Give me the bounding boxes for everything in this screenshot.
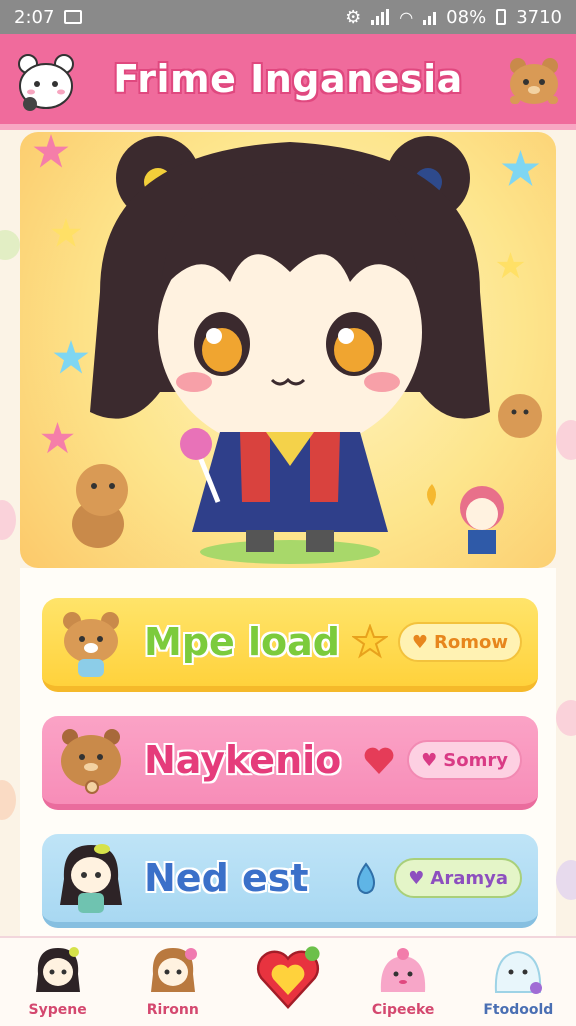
menu-card-1[interactable]: Mpe load ♥ Romow — [42, 598, 538, 692]
nav-item-2[interactable]: Rironn — [118, 938, 228, 1026]
card-3-button[interactable]: ♥ Aramya — [394, 858, 522, 898]
card-1-button[interactable]: ♥ Romow — [397, 622, 522, 662]
card-2-button-label: Somry — [443, 749, 508, 771]
nav-label-1: Sypene — [28, 1002, 87, 1018]
girl-mascot-icon — [60, 844, 122, 913]
heart-icon: ♥ — [421, 749, 438, 771]
water-drop-icon — [357, 862, 376, 894]
signal-icon-2 — [423, 9, 437, 25]
bg-decoration — [0, 780, 16, 820]
battery-percent: 08% — [446, 6, 487, 28]
signal-icon — [371, 9, 390, 25]
card-1-button-label: Romow — [434, 631, 508, 653]
heart-icon — [364, 747, 394, 774]
card-2-label: Naykenio — [144, 738, 342, 782]
nav-label-4: Cipeeke — [371, 1002, 435, 1018]
heart-icon: ♥ — [411, 631, 429, 653]
raccoon-mascot-icon — [61, 729, 121, 794]
bg-decoration — [0, 230, 20, 260]
nav-item-heart[interactable] — [233, 938, 343, 1026]
status-time: 2:07 — [14, 6, 55, 28]
bg-decoration — [556, 420, 576, 460]
app-header: Frime Inganesia — [0, 34, 576, 130]
bear-mascot-icon — [63, 612, 119, 677]
slime-mascot-icon — [381, 948, 426, 992]
nav-label-5: Ftodoold — [483, 1002, 554, 1018]
girl-avatar-icon — [35, 947, 80, 992]
nav-item-1[interactable]: Sypene — [3, 938, 113, 1026]
hero-illustration — [20, 132, 556, 568]
bg-decoration — [0, 500, 16, 540]
card-1-label: Mpe load — [144, 620, 340, 664]
menu-card-3[interactable]: Ned est ♥ Aramya — [42, 834, 538, 928]
bottom-nav: Sypene Rironn Cipeeke Ftodoold — [0, 936, 576, 1026]
heart-icon: ♥ — [408, 867, 425, 889]
heart-icon — [256, 946, 320, 1009]
panda-mascot-icon[interactable] — [14, 50, 78, 114]
nav-item-4[interactable]: Cipeeke — [348, 938, 458, 1026]
girl-avatar-icon — [150, 948, 197, 992]
notification-icon — [64, 10, 83, 24]
nav-label-2: Rironn — [146, 1002, 199, 1018]
battery-icon — [496, 9, 507, 25]
app-title: Frime Inganesia — [113, 57, 463, 101]
bear-mascot-icon[interactable] — [502, 50, 566, 114]
card-3-label: Ned est — [144, 856, 309, 900]
ghost-mascot-icon — [495, 950, 543, 994]
bg-decoration — [556, 700, 576, 736]
menu-card-2[interactable]: Naykenio ♥ Somry — [42, 716, 538, 810]
card-3-button-label: Aramya — [430, 867, 508, 889]
bg-decoration — [556, 860, 576, 900]
star-icon — [351, 624, 388, 659]
card-2-button[interactable]: ♥ Somry — [407, 740, 522, 780]
wifi-icon: ◠ — [399, 7, 414, 27]
status-extra: 3710 — [516, 6, 562, 28]
status-bar: 2:07 ⚙ ◠ 08% 3710 — [0, 0, 576, 34]
settings-gear-icon: ⚙ — [345, 6, 362, 28]
anime-girl-illustration — [33, 134, 542, 564]
nav-item-5[interactable]: Ftodoold — [463, 938, 573, 1026]
